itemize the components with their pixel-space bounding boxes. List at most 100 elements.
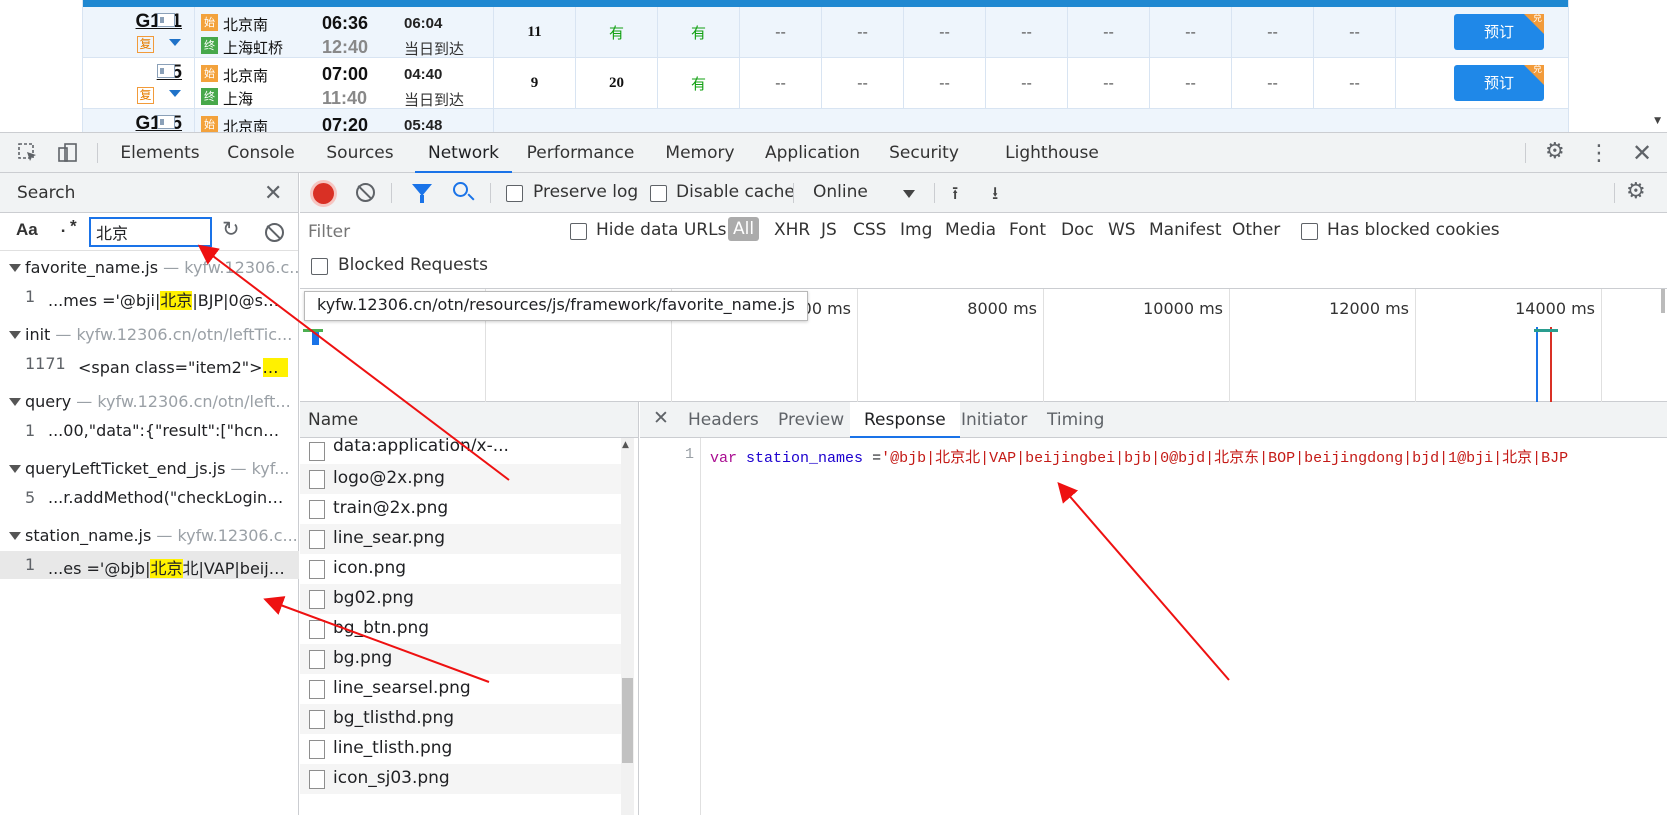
request-list-scrollbar[interactable]: ▲ [621, 438, 634, 815]
close-icon[interactable]: ✕ [264, 181, 282, 206]
more-options-icon[interactable]: ⋮ [1588, 133, 1610, 173]
request-row[interactable]: bg_btn.png [300, 614, 625, 644]
type-filter-ws[interactable]: WS [1108, 220, 1136, 240]
regex-toggle[interactable]: .* [58, 219, 78, 238]
request-row[interactable]: icon_sj03.png [300, 764, 625, 794]
book-button[interactable]: 预订 兑 [1454, 14, 1544, 50]
scrollbar-thumb[interactable] [622, 678, 633, 763]
train-info-icon[interactable] [157, 64, 175, 78]
request-row[interactable]: icon.png [300, 554, 625, 584]
result-line-number: 5 [25, 488, 36, 507]
type-filter-css[interactable]: CSS [853, 220, 886, 240]
tab-lighthouse[interactable]: Lighthouse [996, 133, 1108, 173]
expand-arrow-icon[interactable] [9, 264, 21, 272]
clear-log-icon[interactable] [356, 183, 375, 202]
tab-preview[interactable]: Preview [778, 402, 844, 438]
search-result-line-selected[interactable]: 1 ...es ='@bjb|北京北|VAP|beijin... [0, 551, 299, 579]
train-info-icon[interactable] [157, 13, 175, 27]
type-filter-img[interactable]: Img [900, 220, 932, 240]
type-filter-other[interactable]: Other [1232, 220, 1280, 240]
has-blocked-cookies-checkbox[interactable] [1301, 223, 1318, 240]
filter-icon[interactable] [412, 184, 432, 203]
chevron-down-icon[interactable] [169, 39, 181, 46]
search-result-file[interactable]: query — kyfw.12306.cn/otn/left... [0, 390, 299, 416]
search-result-file[interactable]: init — kyfw.12306.cn/otn/leftTic... [0, 323, 299, 349]
ticket-result-table: G101 复 始 北京南 终 上海虹桥 06:36 12:40 06:04 当日… [82, 0, 1569, 132]
devtools-panel: Elements Console Sources Network Perform… [0, 132, 1667, 815]
tab-sources[interactable]: Sources [318, 133, 402, 173]
expand-arrow-icon[interactable] [9, 465, 21, 473]
request-row[interactable]: logo@2x.png [300, 464, 625, 494]
record-icon[interactable] [313, 183, 334, 204]
tab-headers[interactable]: Headers [688, 402, 759, 438]
search-result-line[interactable]: 1171 <span class="item2">北... [0, 350, 299, 378]
tab-console[interactable]: Console [220, 133, 302, 173]
request-row[interactable]: bg.png [300, 644, 625, 674]
search-result-line[interactable]: 5 ...r.addMethod("checkLoginU... [0, 484, 299, 512]
filter-input[interactable] [304, 219, 534, 245]
throttling-select[interactable]: Online [813, 182, 868, 202]
type-filter-font[interactable]: Font [1009, 220, 1046, 240]
network-settings-gear-icon[interactable]: ⚙ [1626, 179, 1646, 204]
hide-data-urls-checkbox[interactable] [570, 223, 587, 240]
request-row[interactable]: line_sear.png [300, 524, 625, 554]
timeline-resize-handle[interactable] [1661, 289, 1665, 313]
preserve-log-checkbox[interactable] [506, 185, 523, 202]
request-row[interactable]: bg02.png [300, 584, 625, 614]
import-har-icon[interactable]: ⭱ [952, 181, 958, 211]
expand-arrow-icon[interactable] [9, 331, 21, 339]
request-row[interactable]: line_searsel.png [300, 674, 625, 704]
network-overview-timeline[interactable]: 000 ms 8000 ms 10000 ms 12000 ms 14000 m… [300, 289, 1667, 402]
tab-timing[interactable]: Timing [1047, 402, 1104, 438]
type-filter-all[interactable]: All [728, 217, 760, 241]
search-result-line[interactable]: 1 ...00,"data":{"result":["hcnWT... [0, 417, 299, 445]
export-har-icon[interactable]: ⭳ [992, 181, 998, 211]
scroll-up-arrow[interactable]: ▲ [622, 440, 629, 450]
request-row[interactable]: data:application/x-... [300, 436, 625, 466]
name-column-header[interactable]: Name [300, 402, 638, 438]
tab-network[interactable]: Network [415, 133, 512, 173]
search-icon[interactable] [453, 182, 468, 197]
type-filter-manifest[interactable]: Manifest [1149, 220, 1222, 240]
clear-results-icon[interactable] [265, 223, 284, 242]
request-row[interactable]: bg_tlisthd.png [300, 704, 625, 734]
close-icon[interactable]: ✕ [653, 407, 669, 429]
page-scrollbar-down-arrow[interactable]: ▼ [1654, 116, 1661, 126]
refresh-icon[interactable]: ↻ [222, 217, 240, 241]
expand-arrow-icon[interactable] [9, 532, 21, 540]
blocked-requests-checkbox[interactable] [311, 258, 328, 275]
search-result-file[interactable]: queryLeftTicket_end_js.js — kyf... [0, 457, 299, 483]
disable-cache-checkbox[interactable] [650, 185, 667, 202]
type-filter-js[interactable]: JS [821, 220, 837, 240]
request-row[interactable]: train@2x.png [300, 494, 625, 524]
search-result-file[interactable]: favorite_name.js — kyfw.12306.c... [0, 256, 299, 282]
tab-initiator[interactable]: Initiator [961, 402, 1027, 438]
device-toolbar-icon[interactable] [54, 133, 82, 173]
expand-arrow-icon[interactable] [9, 398, 21, 406]
search-result-line[interactable]: 1 ...mes ='@bji|北京|BJP|0@sha... [0, 283, 299, 311]
type-filter-doc[interactable]: Doc [1061, 220, 1094, 240]
search-input[interactable] [89, 217, 212, 247]
tab-performance[interactable]: Performance [523, 133, 638, 173]
close-devtools-icon[interactable]: ✕ [1630, 133, 1654, 173]
book-button[interactable]: 预订 兑 [1454, 65, 1544, 101]
type-filter-media[interactable]: Media [945, 220, 996, 240]
preserve-log-label: Preserve log [533, 182, 639, 202]
match-case-toggle[interactable]: Aa [16, 220, 38, 240]
chevron-down-icon[interactable] [169, 90, 181, 97]
tab-elements[interactable]: Elements [110, 133, 210, 173]
tab-security[interactable]: Security [884, 133, 964, 173]
settings-gear-icon[interactable]: ⚙ [1545, 139, 1565, 164]
time-cell: 06:36 12:40 [302, 7, 394, 57]
inspect-element-icon[interactable] [14, 133, 42, 173]
tab-application[interactable]: Application [760, 133, 865, 173]
type-filter-xhr[interactable]: XHR [774, 220, 810, 240]
tab-memory[interactable]: Memory [655, 133, 745, 173]
train-info-icon[interactable] [157, 115, 175, 129]
request-row[interactable]: line_tlisth.png [300, 734, 625, 764]
search-result-file[interactable]: station_name.js — kyfw.12306.c... [0, 524, 299, 550]
chevron-down-icon[interactable] [903, 190, 915, 198]
seat-cell: 有 [658, 58, 740, 108]
response-code-viewer[interactable]: 1 var station_names ='@bjb|北京北|VAP|beiji… [640, 438, 1667, 815]
tab-response[interactable]: Response [850, 402, 960, 438]
